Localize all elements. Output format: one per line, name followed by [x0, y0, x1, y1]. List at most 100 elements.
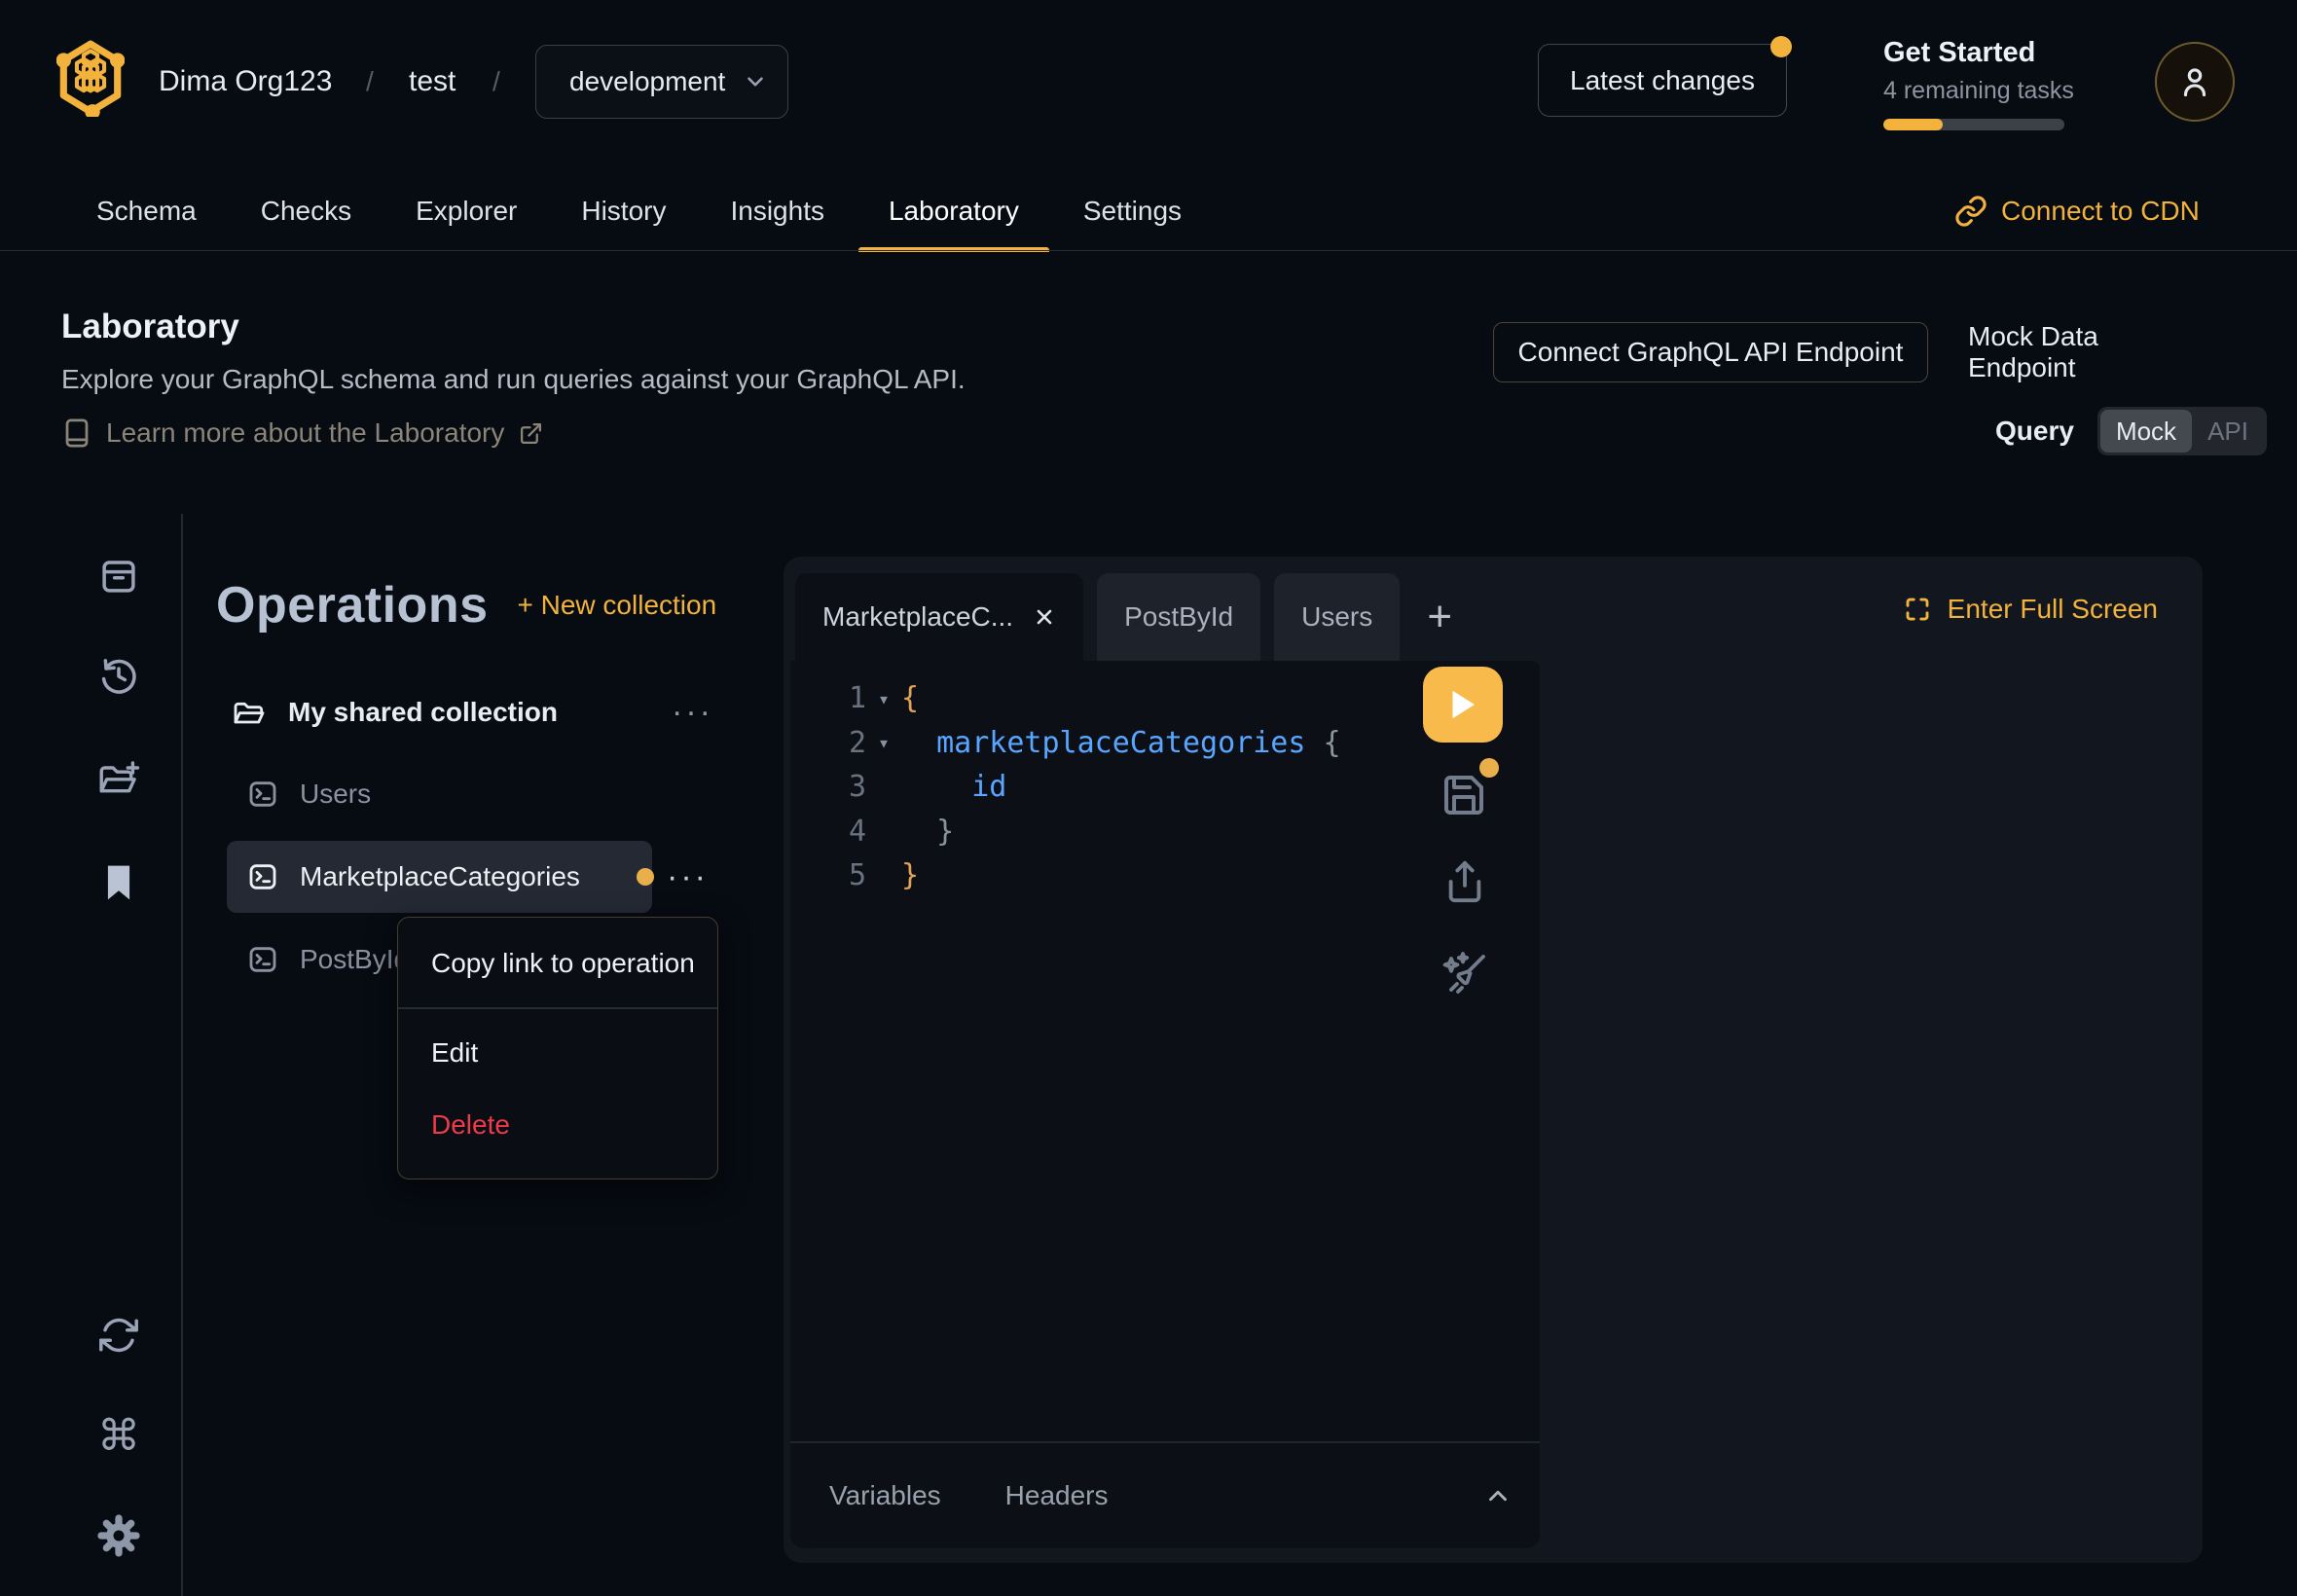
- documentation-panel-button[interactable]: [91, 549, 146, 603]
- new-collection-button[interactable]: + New collection: [518, 590, 717, 621]
- code-editor-area[interactable]: 1▾{2▾ marketplaceCategories {3 id4 }5}: [790, 676, 1423, 898]
- mock-data-endpoint-button[interactable]: Mock Data Endpoint: [1968, 322, 2213, 382]
- unsaved-indicator: [637, 868, 654, 886]
- operation-menu-button[interactable]: ···: [667, 858, 709, 896]
- operation-label: MarketplaceCategories: [300, 861, 580, 892]
- code-line: 3 id: [790, 765, 1423, 810]
- nav-tab-explorer[interactable]: Explorer: [385, 171, 547, 251]
- context-menu-item-edit[interactable]: Edit: [398, 1017, 717, 1089]
- get-started-title: Get Started: [1883, 37, 2097, 69]
- editor-tab-marketplacec[interactable]: MarketplaceC...: [795, 573, 1083, 661]
- fold-caret[interactable]: ▾: [866, 731, 901, 754]
- editor-tab-label: MarketplaceC...: [822, 601, 1013, 633]
- get-started-widget[interactable]: Get Started 4 remaining tasks: [1883, 37, 2097, 130]
- play-icon: [1448, 688, 1477, 721]
- rail-divider: [181, 514, 183, 1596]
- query-label: Query: [1995, 416, 2074, 447]
- editor-tab-label: Users: [1301, 601, 1372, 633]
- editor-tab-postbyid[interactable]: PostById: [1097, 573, 1260, 661]
- nav-tab-schema[interactable]: Schema: [66, 171, 227, 251]
- refresh-schema-button[interactable]: [91, 1308, 146, 1362]
- connect-to-cdn-label: Connect to CDN: [2001, 196, 2200, 227]
- prettify-button[interactable]: [1435, 947, 1493, 1003]
- context-menu-item-delete[interactable]: Delete: [398, 1089, 717, 1161]
- connect-to-cdn-link[interactable]: Connect to CDN: [1954, 171, 2200, 251]
- operation-terminal-icon: [247, 779, 278, 810]
- code-token: marketplaceCategories: [936, 726, 1305, 760]
- operation-item-users[interactable]: Users: [227, 758, 652, 830]
- line-number: 3: [790, 770, 866, 804]
- panel-tab-headers[interactable]: Headers: [1005, 1480, 1109, 1511]
- link-icon: [1954, 195, 1987, 228]
- history-clock-icon: [98, 656, 139, 697]
- operations-title: Operations: [216, 576, 489, 635]
- code-line: 5}: [790, 853, 1423, 898]
- keyboard-shortcuts-button[interactable]: ⌘: [91, 1408, 146, 1463]
- breadcrumb-graph[interactable]: test: [409, 65, 456, 98]
- operation-editor: 1▾{2▾ marketplaceCategories {3 id4 }5}: [790, 661, 1540, 1548]
- run-query-button[interactable]: [1423, 667, 1503, 743]
- chevron-up-icon: [1483, 1481, 1513, 1510]
- code-token: id: [971, 770, 1006, 804]
- operation-label: Users: [300, 779, 371, 810]
- panel-tab-variables[interactable]: Variables: [829, 1480, 941, 1511]
- fold-caret[interactable]: ▾: [866, 687, 901, 710]
- collection-name: My shared collection: [288, 697, 558, 728]
- editor-tab-bar: + MarketplaceC... PostById Users: [795, 573, 1466, 661]
- nav-tab-history[interactable]: History: [551, 171, 696, 251]
- operation-terminal-icon: [247, 944, 278, 975]
- graphos-studio-app: Dima Org123 / test / development Latest …: [0, 0, 2297, 1596]
- connect-endpoint-label: Connect GraphQL API Endpoint: [1518, 337, 1904, 368]
- learn-more-link[interactable]: Learn more about the Laboratory: [62, 417, 543, 450]
- query-mode-row: Query MockAPI: [1995, 407, 2267, 455]
- folder-open-icon: [232, 697, 267, 728]
- collapse-panel-button[interactable]: [1483, 1481, 1513, 1510]
- query-mode-mock[interactable]: Mock: [2100, 410, 2192, 453]
- context-menu-item-copy-link-to-operation[interactable]: Copy link to operation: [398, 927, 717, 999]
- breadcrumb-org[interactable]: Dima Org123: [159, 65, 332, 98]
- nav-tab-checks[interactable]: Checks: [231, 171, 382, 251]
- nav-tab-settings[interactable]: Settings: [1053, 171, 1212, 251]
- notification-dot: [1770, 36, 1792, 57]
- history-panel-button[interactable]: [91, 649, 146, 704]
- collection-menu-button[interactable]: ···: [672, 694, 713, 732]
- nav-tabs: SchemaChecksExplorerHistoryInsightsLabor…: [66, 171, 1212, 251]
- person-icon: [2176, 63, 2213, 100]
- get-started-progressbar: [1883, 119, 2064, 130]
- settings-button[interactable]: [91, 1508, 146, 1563]
- share-operation-button[interactable]: [1439, 855, 1491, 908]
- collection-my-shared-collection[interactable]: My shared collection ···: [227, 686, 694, 739]
- add-collection-panel-button[interactable]: [91, 751, 146, 806]
- book-icon: [62, 417, 91, 450]
- editor-tab-label: PostById: [1124, 601, 1233, 633]
- page-title: Laboratory: [61, 308, 239, 346]
- code-token: [901, 770, 971, 804]
- enter-full-screen-button[interactable]: Enter Full Screen: [1903, 580, 2158, 638]
- code-token: }: [901, 858, 919, 892]
- connect-graphql-endpoint-button[interactable]: Connect GraphQL API Endpoint: [1493, 322, 1928, 382]
- code-token: {: [901, 681, 919, 715]
- user-avatar[interactable]: [2155, 42, 2235, 122]
- save-operation-button[interactable]: [1437, 768, 1491, 822]
- nav-tab-insights[interactable]: Insights: [700, 171, 855, 251]
- gear-icon: [97, 1514, 140, 1557]
- external-link-icon: [519, 421, 543, 446]
- code-line: 1▾{: [790, 676, 1423, 721]
- operation-item-marketplacecategories[interactable]: MarketplaceCategories···: [227, 841, 652, 913]
- latest-changes-button[interactable]: Latest changes: [1538, 44, 1787, 117]
- editor-tab-users[interactable]: Users: [1274, 573, 1400, 661]
- new-tab-button[interactable]: +: [1413, 573, 1466, 661]
- nav-tab-laboratory[interactable]: Laboratory: [858, 171, 1049, 251]
- operations-header: Operations + New collection: [216, 572, 716, 638]
- code-line: 4 }: [790, 810, 1423, 854]
- code-token: {: [1305, 726, 1340, 760]
- query-mode-api[interactable]: API: [2192, 410, 2264, 453]
- line-number: 1: [790, 681, 866, 715]
- code-line: 2▾ marketplaceCategories {: [790, 721, 1423, 766]
- progress-fill: [1883, 119, 1943, 130]
- nav-divider: [0, 250, 2297, 252]
- saved-operations-panel-button[interactable]: [91, 855, 146, 910]
- close-tab-icon[interactable]: [1033, 605, 1056, 629]
- schema-box-icon: [98, 556, 139, 597]
- variant-select[interactable]: development: [535, 45, 788, 119]
